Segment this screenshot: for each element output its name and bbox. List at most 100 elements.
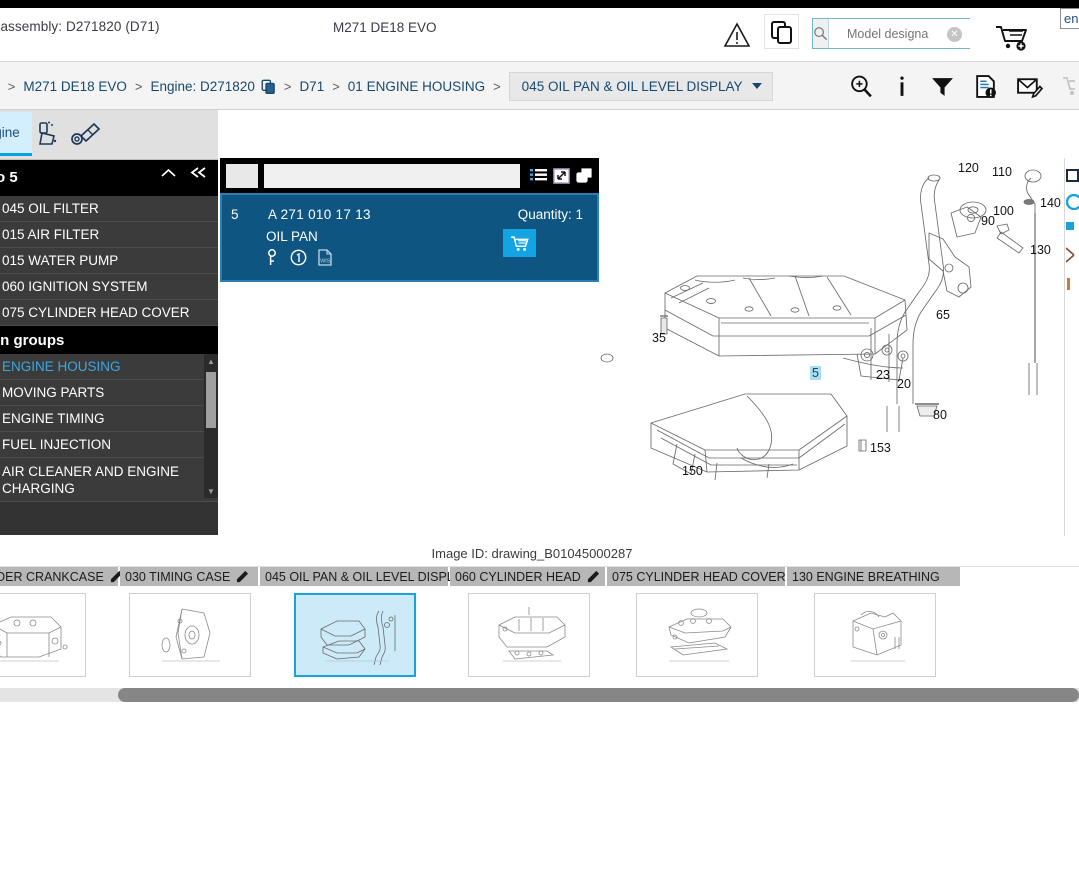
sidebar-item-075-cylinder-head-cover[interactable]: 075 CYLINDER HEAD COVER: [0, 300, 218, 326]
part-detail-panel: 5 A 271 010 17 13 OIL PAN Quantity: 1 WI…: [220, 158, 599, 282]
thumbnail-image: [636, 593, 758, 677]
breadcrumb-separator: >: [7, 78, 16, 94]
collapse-left-icon[interactable]: [189, 166, 208, 179]
sidebar-group-moving-parts[interactable]: MOVING PARTS: [0, 380, 218, 406]
spray-paint-icon[interactable]: [32, 120, 70, 150]
thumbnail-075-cylinder-head-cover[interactable]: 075 CYLINDER HEAD COVER: [607, 567, 804, 684]
breadcrumb-bar: C > M271 DE18 EVO > Engine: D271820 > D7…: [0, 62, 1079, 110]
scroll-down-icon[interactable]: ▼: [204, 484, 218, 498]
breadcrumb: C > M271 DE18 EVO > Engine: D271820 > D7…: [0, 62, 773, 110]
copy-documents-button[interactable]: [764, 14, 799, 49]
wis-document-icon[interactable]: WIS: [318, 249, 332, 266]
technical-drawing-viewport[interactable]: 120 110 100 140 90 130 65 80 35 5 23 20 …: [599, 158, 1064, 536]
tab-engine[interactable]: gine: [0, 112, 32, 156]
clear-x-icon[interactable]: ✕: [947, 27, 962, 42]
bolt-tool-icon[interactable]: [68, 120, 106, 150]
list-view-icon[interactable]: [530, 168, 547, 184]
breadcrumb-item-3[interactable]: D71: [299, 79, 324, 94]
horizontal-scrollbar-thumb[interactable]: [118, 688, 1079, 702]
sidebar-item-060-ignition-system[interactable]: 060 IGNITION SYSTEM: [0, 274, 218, 300]
thumbnail-label-bar: 075 CYLINDER HEAD COVER: [607, 567, 804, 586]
document-alert-icon[interactable]: [973, 74, 998, 99]
thumbnail-label-bar: 020 CYLINDER CRANKCASE: [0, 567, 122, 586]
part-quantity-label: Quantity:: [517, 207, 572, 222]
sidebar-scrollbar[interactable]: ▲ ▼: [204, 354, 218, 498]
horizontal-scrollbar[interactable]: [0, 688, 1079, 702]
sidebar-group-fuel-injection[interactable]: FUEL INJECTION: [0, 432, 218, 458]
sidebar-group-engine-housing[interactable]: ENGINE HOUSING: [0, 354, 218, 380]
thumbnail-030-timing-case[interactable]: 030 TIMING CASE: [120, 567, 260, 684]
callout-80: 80: [933, 408, 947, 422]
callout-65: 65: [936, 308, 950, 322]
sidebar-header: o 5: [0, 160, 218, 196]
thumbnail-image: [467, 593, 590, 677]
thumbnail-strip[interactable]: 020 CYLINDER CRANKCASE 030 TIMING CASE: [0, 566, 1079, 684]
callout-100: 100: [993, 204, 1014, 218]
drawing-right-toolbar: [1064, 158, 1079, 536]
thumbnail-060-cylinder-head[interactable]: 060 CYLINDER HEAD: [450, 567, 607, 684]
scissors-icon[interactable]: [1066, 246, 1079, 266]
edit-icon[interactable]: [587, 570, 600, 583]
cart-icon: [510, 235, 529, 251]
cart-add-icon: [996, 26, 1027, 51]
sidebar-item-045-oil-filter[interactable]: 045 OIL FILTER: [0, 196, 218, 222]
breadcrumb-item-4[interactable]: 01 ENGINE HOUSING: [348, 79, 485, 94]
warning-triangle-icon[interactable]: [723, 22, 751, 48]
scroll-up-icon[interactable]: ▲: [204, 354, 218, 368]
application-window: r assembly: D271820 (D71) M271 DE18 EVO: [0, 0, 1079, 880]
chevron-down-icon: [751, 83, 762, 89]
part-panel-filter-input[interactable]: [264, 163, 520, 188]
cart-add-button[interactable]: [992, 22, 1032, 52]
copy-documents-icon[interactable]: [261, 79, 276, 94]
circle-icon[interactable]: [1066, 194, 1079, 210]
left-tab-strip: gine: [0, 110, 218, 160]
scrollbar-thumb[interactable]: [206, 372, 216, 428]
thumbnail-label-bar: 060 CYLINDER HEAD: [450, 567, 607, 586]
thumbnail-020-cylinder-crankcase[interactable]: 020 CYLINDER CRANKCASE: [0, 567, 122, 684]
part-name: OIL PAN: [266, 229, 318, 244]
thumbnail-label-bar: 130 ENGINE BREATHING: [787, 567, 962, 586]
callout-23: 23: [876, 368, 890, 382]
edit-icon[interactable]: [236, 570, 249, 583]
sidebar-group-air-cleaner-and-engine-charging[interactable]: AIR CLEANER AND ENGINE CHARGING: [0, 458, 218, 502]
sidebar-item-015-air-filter[interactable]: 015 AIR FILTER: [0, 222, 218, 248]
svg-text:WIS: WIS: [320, 259, 331, 265]
breadcrumb-item-1[interactable]: M271 DE18 EVO: [23, 79, 127, 94]
collapse-up-icon[interactable]: [160, 167, 177, 179]
thumbnail-label: 030 TIMING CASE: [125, 569, 231, 584]
assembly-label: r assembly: D271820 (D71): [0, 19, 160, 34]
filter-icon[interactable]: [930, 74, 955, 99]
model-label: M271 DE18 EVO: [333, 20, 437, 35]
copy-view-icon[interactable]: [576, 167, 593, 184]
callout-5-highlighted[interactable]: 5: [810, 366, 821, 380]
key-icon[interactable]: [266, 249, 279, 266]
add-to-cart-button[interactable]: [503, 229, 536, 257]
expand-view-icon[interactable]: [553, 167, 570, 184]
part-row[interactable]: 5 A 271 010 17 13 OIL PAN Quantity: 1 WI…: [220, 193, 599, 282]
sidebar-item-015-water-pump[interactable]: 015 WATER PUMP: [0, 248, 218, 274]
thumbnail-image: [0, 593, 86, 677]
cart-icon[interactable]: [1061, 75, 1075, 97]
language-selector[interactable]: en: [1060, 8, 1079, 29]
model-search-input[interactable]: [829, 19, 1010, 48]
thumbnail-045-oil-pan-and-oil-level-display[interactable]: 045 OIL PAN & OIL LEVEL DISPLAY: [260, 567, 488, 684]
breadcrumb-item-2[interactable]: Engine: D271820: [151, 79, 255, 94]
thumbnail-image: [294, 593, 416, 677]
sidebar-group-label: AIR CLEANER AND ENGINE CHARGING: [2, 463, 180, 496]
panel-icon[interactable]: [1066, 168, 1079, 184]
empty-bottom-area: [0, 702, 1079, 880]
mail-edit-icon[interactable]: [1016, 74, 1043, 99]
marker-icon[interactable]: [1066, 276, 1079, 294]
part-number: A 271 010 17 13: [268, 207, 371, 222]
callout-20: 20: [897, 377, 911, 391]
bookmark-icon[interactable]: [1066, 220, 1079, 236]
model-search-box[interactable]: ✕: [812, 18, 1010, 49]
thumbnail-130-engine-breathing[interactable]: 130 ENGINE BREATHING: [787, 567, 962, 684]
copy-documents-icon: [770, 20, 792, 44]
sidebar-item-label: 060 IGNITION SYSTEM: [2, 279, 148, 294]
sidebar-group-engine-timing[interactable]: ENGINE TIMING: [0, 406, 218, 432]
info-icon[interactable]: [892, 74, 912, 99]
zoom-in-icon[interactable]: [849, 74, 874, 99]
breadcrumb-active-dropdown[interactable]: 045 OIL PAN & OIL LEVEL DISPLAY: [508, 71, 773, 101]
circle-one-icon[interactable]: [290, 249, 307, 266]
